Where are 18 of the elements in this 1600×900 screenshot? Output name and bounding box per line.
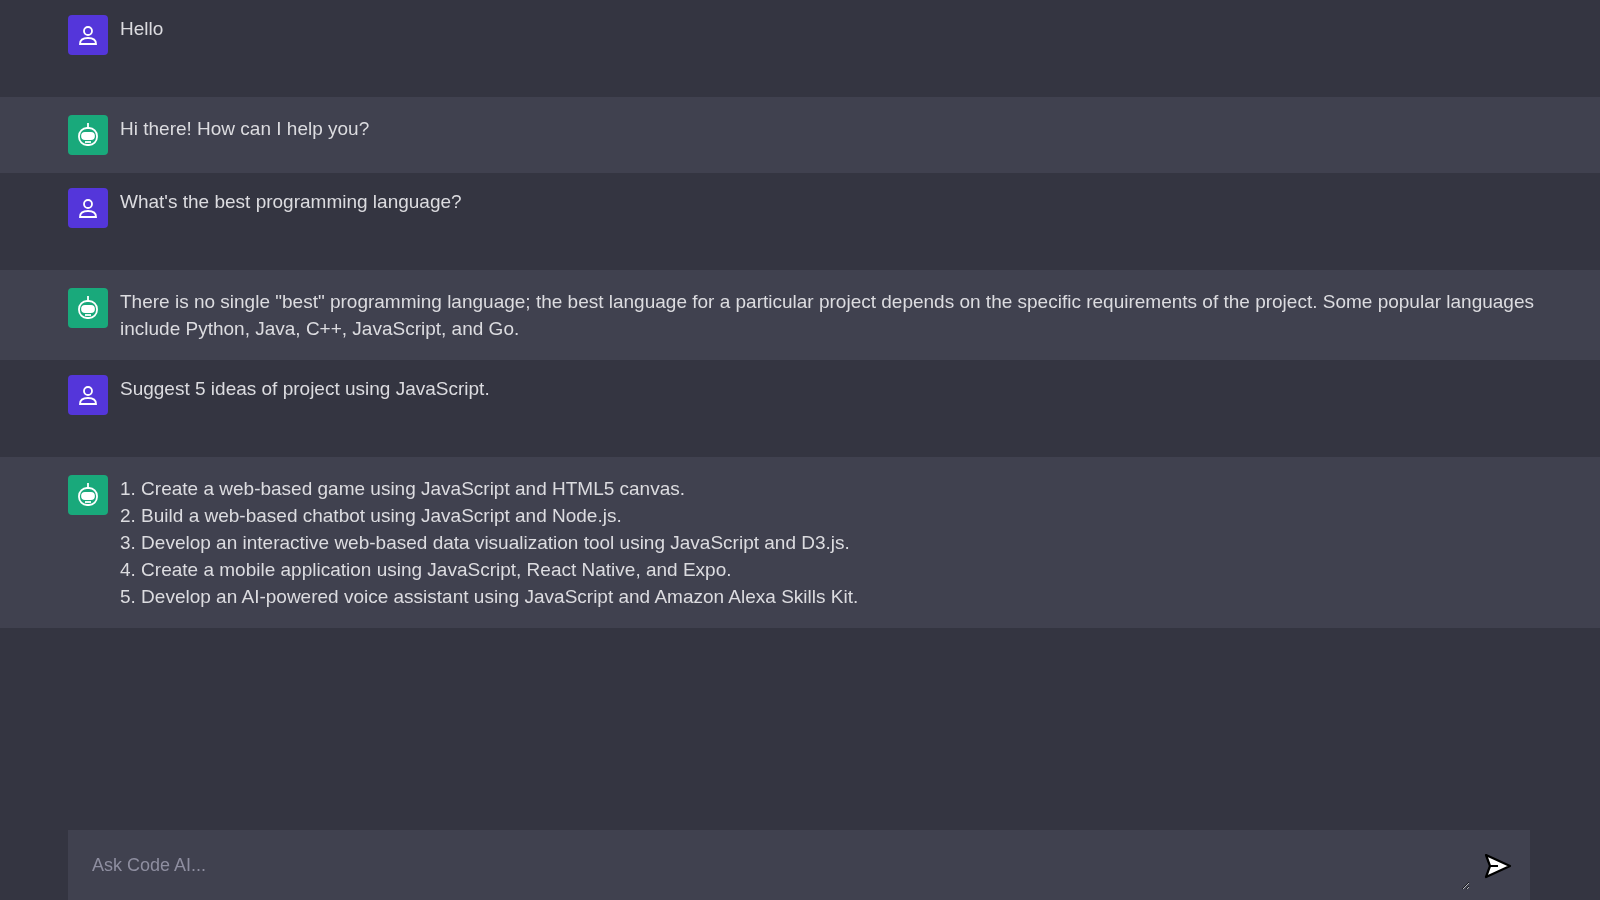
message-text: There is no single "best" programming language; the best language for a particular project depends on the specific requirements of the project. Some popular languages include Python, Java, C++, JavaScript, and Go. (120, 290, 1535, 341)
message-text: What's the best programming language? (120, 190, 462, 214)
user-icon (78, 24, 98, 46)
message-input[interactable]: Ask Code AI... (68, 830, 1530, 900)
message-text: Hi there! How can I help you? (120, 117, 370, 141)
message-text: 4. Create a mobile application using JavaScript, React Native, and Expo. (120, 558, 733, 582)
send-icon (1484, 852, 1512, 879)
message-text: 2. Build a web-based chatbot using JavaScript and Node.js. (120, 504, 623, 528)
message-text: 3. Develop an interactive web-based data visualization tool using JavaScript and D3.js. (120, 531, 851, 555)
robot-icon (76, 482, 100, 508)
user-icon (78, 384, 98, 406)
robot-icon (76, 295, 100, 321)
message-text: Hello (120, 17, 164, 41)
message-text: 1. Create a web-based game using JavaScript and HTML5 canvas. (120, 477, 687, 501)
robot-icon (76, 122, 100, 148)
user-icon (78, 197, 98, 219)
message-text: Suggest 5 ideas of project using JavaScript. (120, 377, 490, 401)
message-text: 5. Develop an AI-powered voice assistant using JavaScript and Amazon Alexa Skills Kit. (120, 585, 859, 609)
